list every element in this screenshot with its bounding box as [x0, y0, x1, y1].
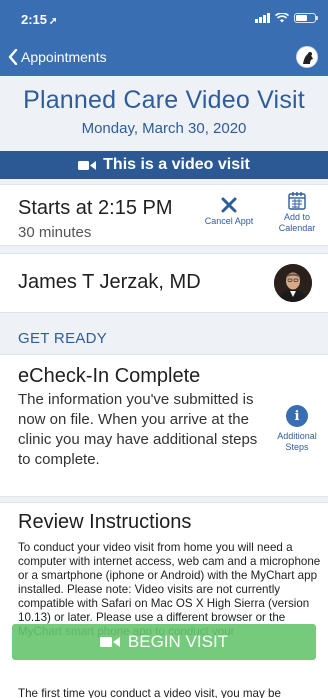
review-instructions-card: Review Instructions To conduct your vide…: [0, 502, 328, 698]
visit-date: Monday, March 30, 2020: [81, 120, 247, 137]
signal-icon: [255, 13, 270, 23]
cancel-appt-button[interactable]: Cancel Appt: [198, 193, 260, 226]
provider-name: James T Jerzak, MD: [18, 271, 201, 293]
add-to-calendar-label-2: Calendar: [278, 223, 316, 233]
start-time: Starts at 2:15 PM: [18, 197, 173, 219]
additional-steps-label-1: Additional: [277, 431, 317, 441]
cancel-appt-label: Cancel Appt: [204, 216, 254, 226]
video-visit-banner: This is a video visit: [0, 151, 328, 179]
begin-visit-button[interactable]: BEGIN VISIT: [12, 624, 316, 660]
video-camera-icon: [99, 637, 120, 647]
info-icon: i: [286, 405, 308, 427]
review-title: Review Instructions: [18, 511, 192, 533]
status-indicators: [255, 13, 318, 23]
additional-steps-button[interactable]: i Additional Steps: [270, 405, 324, 453]
appointment-time-card: Starts at 2:15 PM 30 minutes Cancel Appt…: [0, 184, 328, 246]
additional-steps-label-2: Steps: [285, 442, 309, 452]
add-to-calendar-button[interactable]: Add to Calendar: [270, 191, 324, 234]
echeck-title: eCheck-In Complete: [18, 365, 201, 387]
back-button[interactable]: Appointments: [8, 49, 107, 65]
banner-text: This is a video visit: [103, 156, 250, 173]
provider-avatar: [274, 264, 312, 302]
page-header: Planned Care Video Visit Monday, March 3…: [0, 76, 328, 151]
location-arrow-icon: ➚: [49, 16, 58, 27]
video-camera-icon: [78, 160, 97, 171]
get-ready-heading: GET READY: [18, 330, 108, 347]
avatar-icon[interactable]: [296, 46, 318, 68]
chevron-left-icon: [8, 49, 18, 65]
add-to-calendar-label-1: Add to: [283, 212, 311, 222]
status-bar: 2:15 ➚: [0, 0, 328, 36]
status-time: 2:15 ➚: [21, 12, 57, 27]
back-label: Appointments: [21, 49, 107, 65]
clock-text: 2:15: [21, 12, 48, 27]
echeck-body: The information you've submitted is now …: [18, 391, 258, 468]
calendar-add-icon: [288, 192, 306, 210]
echeck-in-card: eCheck-In Complete The information you'v…: [0, 354, 328, 497]
battery-icon: [294, 13, 318, 23]
wifi-icon: [275, 13, 289, 23]
duration: 30 minutes: [18, 224, 92, 241]
close-icon: [221, 197, 237, 213]
provider-card[interactable]: James T Jerzak, MD: [0, 253, 328, 313]
begin-visit-label: BEGIN VISIT: [127, 632, 229, 651]
top-bar: 2:15 ➚ Appointments: [0, 0, 328, 76]
review-body-continued: The first time you conduct a video visit…: [18, 687, 281, 698]
nav-bar: Appointments: [0, 44, 328, 72]
page-title: Planned Care Video Visit: [23, 86, 305, 114]
